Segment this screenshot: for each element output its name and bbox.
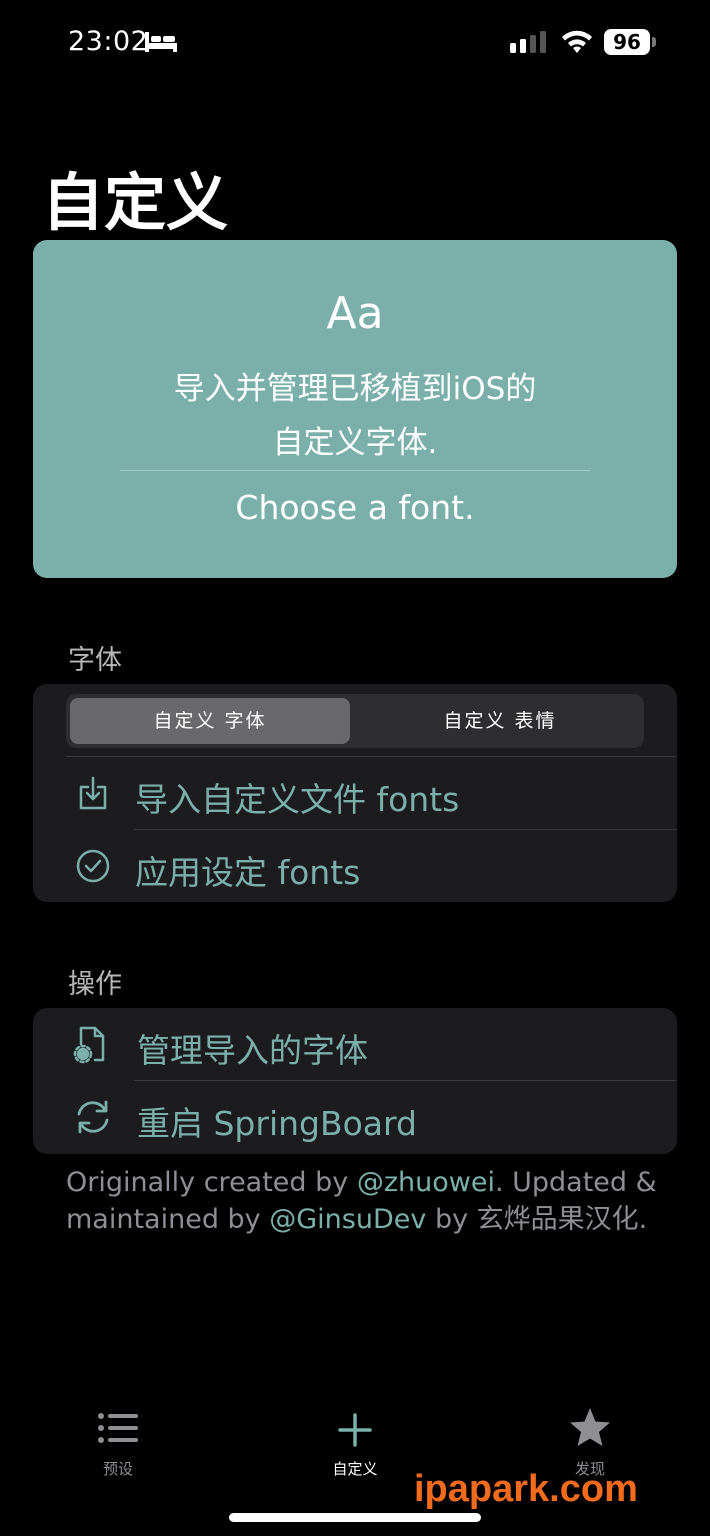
import-fonts-row[interactable]: 导入自定义文件 fonts [33,757,677,829]
footer-suffix: by 玄烨品果汉化. [426,1204,648,1235]
author-link[interactable]: @zhuowei [357,1167,495,1198]
respring-label: 重启 SpringBoard [137,1104,417,1143]
import-icon [79,776,107,810]
respring-row[interactable]: 重启 SpringBoard [33,1081,677,1153]
battery-cap [652,37,656,47]
apply-fonts-label: 应用设定 fonts [135,853,361,892]
cellular-signal-icon [510,31,546,53]
wifi-icon [562,30,592,53]
star-icon [570,1408,610,1446]
font-sample: Aa [326,288,384,339]
apply-fonts-row[interactable]: 应用设定 fonts [33,830,677,902]
hero-description-line1: 导入并管理已移植到iOS的 [173,371,537,407]
manage-fonts-row[interactable]: 管理导入的字体 [33,1008,677,1080]
battery-indicator: 96 [604,29,656,55]
tab-discover[interactable]: 发现 [540,1404,640,1478]
status-time: 23:02 [68,26,149,57]
fonts-section-header: 字体 [68,645,122,676]
document-gear-icon [73,1026,105,1064]
tab-presets-label: 预设 [102,1460,133,1478]
choose-font-prompt[interactable]: Choose a font. [33,488,677,527]
watermark: ipapark.com [414,1468,638,1510]
list-icon [98,1413,138,1443]
actions-section-header: 操作 [68,969,122,1000]
tab-customize-label: 自定义 [332,1460,378,1478]
hero-divider [120,470,590,471]
font-preview-card: Aa 导入并管理已移植到iOS的 自定义字体. Choose a font. [33,240,677,578]
checkmark-circle-icon [76,849,110,883]
page-title: 自定义 [42,166,229,239]
maintainer-link[interactable]: @GinsuDev [269,1204,426,1235]
font-type-segmented-control: 自定义 字体 自定义 表情 [66,694,644,748]
sleep-bed-icon [145,32,177,52]
segment-custom-emoji[interactable]: 自定义 表情 [360,698,640,744]
credits-footer: Originally created by @zhuowei. Updated … [66,1164,666,1238]
footer-prefix: Originally created by [66,1167,357,1198]
segment-custom-fonts[interactable]: 自定义 字体 [70,698,350,744]
tab-customize[interactable]: 自定义 [305,1408,405,1478]
manage-fonts-label: 管理导入的字体 [137,1031,368,1070]
hero-description-line2: 自定义字体. [272,425,438,461]
home-indicator[interactable] [229,1513,481,1522]
tab-presets[interactable]: 预设 [68,1408,168,1478]
plus-icon [338,1413,372,1447]
import-fonts-label: 导入自定义文件 fonts [135,780,460,819]
hero-description: 导入并管理已移植到iOS的 自定义字体. [93,362,617,470]
battery-level: 96 [604,29,650,55]
refresh-icon [77,1100,109,1134]
